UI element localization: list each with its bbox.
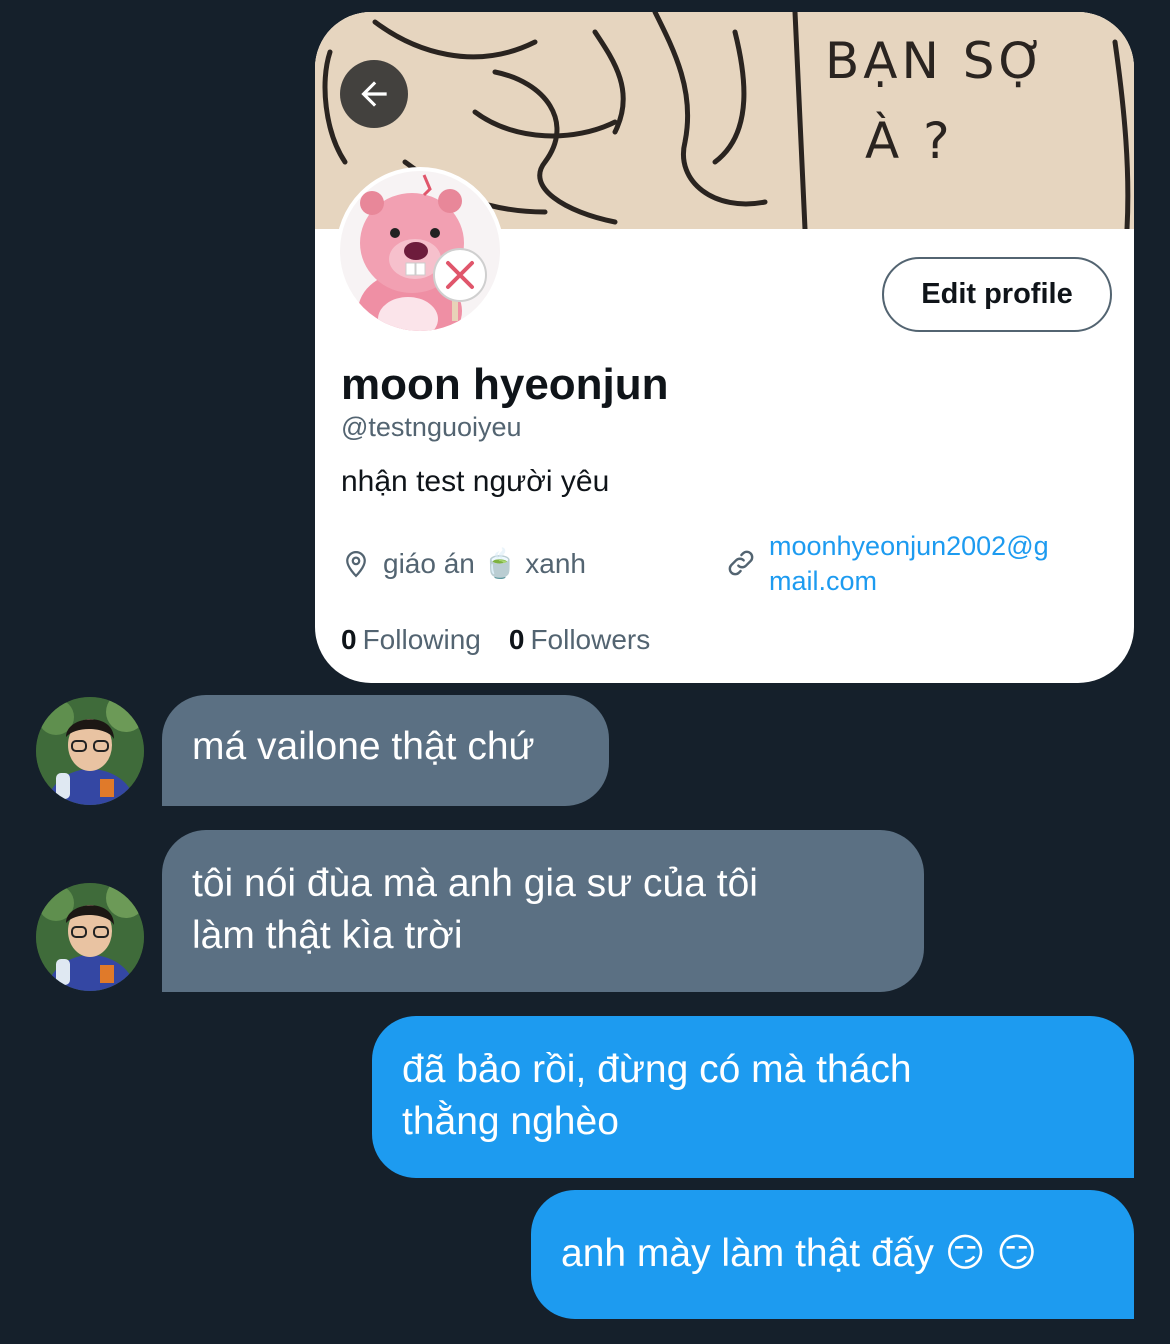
person-avatar-image <box>36 697 144 805</box>
arrow-left-icon <box>361 81 387 107</box>
message-bubble-outgoing-2[interactable]: anh mày làm thật đấy 😏 😏 <box>531 1190 1134 1319</box>
message-text-line2: thằng nghèo <box>402 1100 619 1143</box>
person-avatar-image <box>36 883 144 991</box>
sender-avatar[interactable] <box>36 883 144 991</box>
location-pin-icon <box>346 550 366 577</box>
banner-caption-line2: À ? <box>865 112 954 170</box>
followers-stat[interactable]: 0 Followers <box>509 624 650 656</box>
message-bubble-incoming-1[interactable]: má vailone thật chứ <box>162 695 609 806</box>
message-text-line1: tôi nói đùa mà anh gia sư của tôi <box>192 862 758 905</box>
profile-location: giáo án 🍵 xanh <box>341 547 586 580</box>
message-bubble-incoming-2[interactable]: tôi nói đùa mà anh gia sư của tôi làm th… <box>162 830 924 992</box>
profile-bio: nhận test người yêu <box>341 465 610 498</box>
following-label: Following <box>362 624 481 655</box>
profile-link-text[interactable]: moonhyeonjun2002@g mail.com <box>769 529 1099 599</box>
profile-handle: @testnguoiyeu <box>341 412 522 442</box>
beaver-avatar-image <box>340 171 500 331</box>
message-text-line2: làm thật kìa trời <box>192 914 463 957</box>
message-bubble-outgoing-1[interactable]: đã bảo rồi, đừng có mà thách thằng nghèo <box>372 1016 1134 1178</box>
link-text-line1[interactable]: moonhyeonjun2002@g <box>769 529 1099 564</box>
edit-profile-button[interactable]: Edit profile <box>882 257 1112 332</box>
shared-profile-card[interactable]: BẠN SỢ À ? Edit profile moon hyeonjun @t… <box>315 12 1134 683</box>
location-text: giáo án 🍵 xanh <box>383 548 586 579</box>
followers-count: 0 <box>508 624 525 655</box>
followers-label: Followers <box>530 624 651 655</box>
sender-avatar[interactable] <box>36 697 144 805</box>
profile-display-name: moon hyeonjun <box>341 360 669 409</box>
following-count: 0 <box>341 624 357 655</box>
link-icon <box>728 550 754 576</box>
link-text-line2[interactable]: mail.com <box>769 564 1099 599</box>
message-text-line1: đã bảo rồi, đừng có mà thách <box>402 1048 912 1091</box>
profile-stats: 0 Following 0 Followers <box>341 624 650 656</box>
message-text: anh mày làm thật đấy 😏 😏 <box>561 1232 1037 1275</box>
following-stat[interactable]: 0 Following <box>341 624 481 656</box>
profile-link[interactable]: moonhyeonjun2002@g mail.com <box>725 529 1099 599</box>
banner-caption-line1: BẠN SỢ <box>825 32 1049 90</box>
back-button[interactable] <box>340 60 408 128</box>
profile-avatar[interactable] <box>336 167 504 335</box>
message-text: má vailone thật chứ <box>192 725 535 768</box>
